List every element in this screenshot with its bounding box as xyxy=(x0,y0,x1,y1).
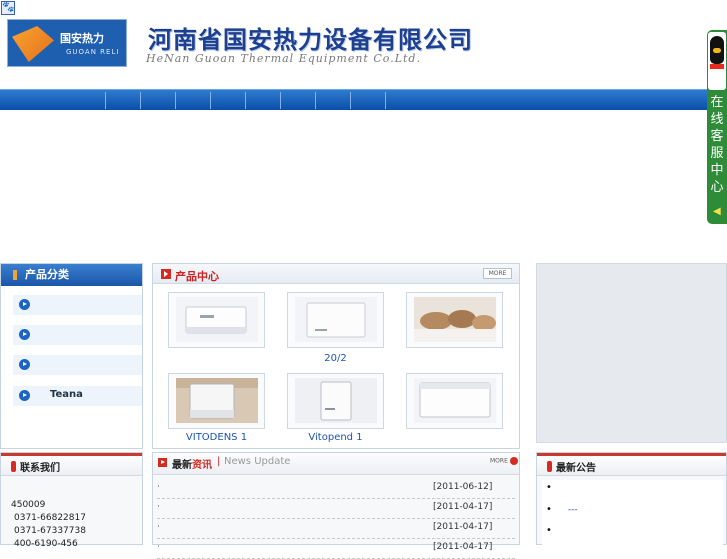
news-title-en: News Update xyxy=(224,456,291,467)
contact-phone: 0371-66822817 xyxy=(14,513,86,523)
nav-divider xyxy=(315,92,316,109)
category-title: 产品分类 xyxy=(1,264,142,286)
news-date: [2011-04-17] xyxy=(433,502,493,512)
company-name: 河南省国安热力设备有限公司 xyxy=(148,25,473,54)
nav-divider xyxy=(105,92,106,109)
boiler-image xyxy=(176,297,258,342)
product-photo xyxy=(414,297,496,342)
notice-list: • • --- • xyxy=(542,480,723,550)
category-item[interactable] xyxy=(13,325,142,345)
arrow-circle-icon xyxy=(19,329,30,340)
notice-item[interactable]: • --- xyxy=(546,504,578,515)
logo-emblem-icon xyxy=(12,26,54,62)
pin-icon xyxy=(11,461,16,472)
nav-divider xyxy=(350,92,351,109)
category-item[interactable] xyxy=(13,295,142,315)
news-panel: 最新资讯 | News Update MORE · [2011-06-12] ·[… xyxy=(152,452,520,559)
news-title: 最新资讯 xyxy=(172,460,212,471)
contact-hotline: 400-6190-456 xyxy=(14,539,78,549)
news-header: 最新资讯 | News Update MORE xyxy=(153,452,519,475)
product-category-panel: 产品分类 Teana xyxy=(0,263,143,449)
arrow-box-icon xyxy=(161,269,171,279)
boiler-image xyxy=(295,378,377,423)
arrow-circle-icon xyxy=(19,390,30,401)
news-row[interactable]: · [2011-06-12] xyxy=(157,479,515,499)
notice-title: 最新公告 xyxy=(556,463,596,474)
contact-postcode: 450009 xyxy=(11,500,46,510)
company-name-en: HeNan Guoan Thermal Equipment Co.Ltd. xyxy=(146,52,421,65)
arrow-circle-icon xyxy=(509,457,518,465)
online-service-tab[interactable]: 在线客服中心 ◀ xyxy=(707,30,727,224)
nav-divider xyxy=(280,92,281,109)
paw-icon[interactable]: 🐾 xyxy=(1,1,15,15)
pin-icon xyxy=(547,461,552,472)
nav-divider xyxy=(385,92,386,109)
product-thumb[interactable] xyxy=(168,373,265,429)
news-row[interactable]: · [2011-04-17] xyxy=(157,539,515,559)
more-button[interactable]: MORE xyxy=(483,268,512,279)
contact-title: 联系我们 xyxy=(20,463,60,474)
company-logo[interactable]: 国安热力 GUOAN RELI xyxy=(7,19,127,67)
category-item[interactable]: Teana xyxy=(13,386,142,406)
product-thumb[interactable] xyxy=(287,292,384,348)
product-caption[interactable]: 20/2 xyxy=(287,353,384,364)
nav-divider xyxy=(140,92,141,109)
pin-icon xyxy=(13,270,17,280)
logo-text: 国安热力 xyxy=(60,32,104,45)
news-row[interactable]: · [2011-04-17] xyxy=(157,519,515,539)
contact-panel: 联系我们 450009 0371-66822817 0371-67337738 … xyxy=(0,452,143,549)
product-center-panel: 产品中心 MORE 20/2 VITODENS 1 Vitopend 1 xyxy=(152,263,520,449)
main-nav-bar[interactable] xyxy=(0,89,727,110)
product-thumb[interactable] xyxy=(406,292,503,348)
boiler-image xyxy=(295,297,377,342)
title-separator: | xyxy=(217,456,221,467)
arrow-circle-icon xyxy=(19,359,30,370)
site-header: 国安热力 GUOAN RELI 河南省国安热力设备有限公司 HeNan Guoa… xyxy=(0,16,727,89)
news-date: [2011-04-17] xyxy=(433,522,493,532)
notice-item[interactable]: • xyxy=(546,525,568,536)
category-item[interactable] xyxy=(13,355,142,375)
product-caption[interactable]: Vitopend 1 xyxy=(287,432,384,443)
contact-phone: 0371-67337738 xyxy=(14,526,86,536)
top-bar: 🐾 xyxy=(0,0,727,16)
qq-penguin-icon xyxy=(708,32,726,90)
online-service-label: 在线客服中心 xyxy=(710,95,724,195)
product-center-header: 产品中心 MORE xyxy=(153,264,519,284)
right-banner-area xyxy=(536,263,727,443)
notice-item[interactable]: • xyxy=(546,482,568,493)
notice-panel: 最新公告 • • --- • xyxy=(536,452,727,550)
news-row[interactable]: · [2011-04-17] xyxy=(157,499,515,519)
nav-divider xyxy=(210,92,211,109)
notice-header: 最新公告 xyxy=(537,453,726,476)
logo-subtext: GUOAN RELI xyxy=(66,48,120,56)
product-thumb[interactable] xyxy=(287,373,384,429)
contact-header: 联系我们 xyxy=(1,453,142,476)
boiler-image xyxy=(176,378,258,423)
boiler-image xyxy=(414,378,496,423)
arrow-circle-icon xyxy=(19,299,30,310)
product-caption[interactable]: VITODENS 1 xyxy=(168,432,265,443)
product-center-title: 产品中心 xyxy=(175,270,219,283)
nav-divider xyxy=(245,92,246,109)
news-more-link[interactable]: MORE xyxy=(490,457,518,465)
product-thumb[interactable] xyxy=(406,373,503,429)
news-date: [2011-04-17] xyxy=(433,542,493,552)
speaker-icon: ◀ xyxy=(713,206,721,217)
arrow-box-icon xyxy=(158,458,167,467)
product-thumb[interactable] xyxy=(168,292,265,348)
news-date: [2011-06-12] xyxy=(433,482,493,492)
nav-divider xyxy=(175,92,176,109)
